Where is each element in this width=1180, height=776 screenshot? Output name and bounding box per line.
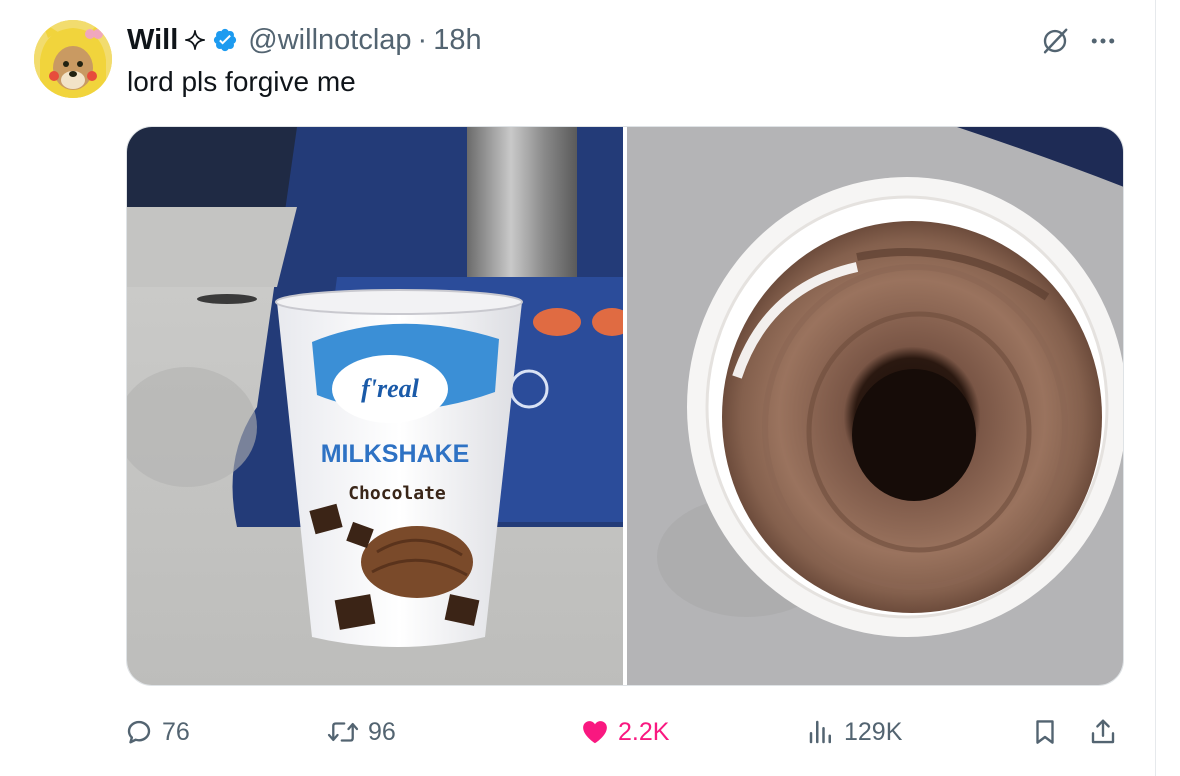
like-button[interactable]: 2.2K [580,708,669,756]
tweet-text: lord pls forgive me [127,66,356,97]
tweet-actions: 76 96 2.2K 129K [0,708,1156,758]
repost-count: 96 [368,717,396,746]
milkshake-cup-photo[interactable]: f'real MILKSHAKE Chocolate [127,127,623,685]
author-handle[interactable]: @willnotclap [248,24,411,57]
tweet-header: Will @willnotclap · 18h [127,22,482,58]
reply-icon [124,717,154,747]
tweet-timestamp[interactable]: 18h [433,24,481,57]
repost-icon [326,717,360,747]
cup-title-label: MILKSHAKE [321,440,470,468]
tweet-media[interactable]: f'real MILKSHAKE Chocolate [126,126,1124,686]
share-icon [1088,717,1118,747]
more-button[interactable] [1086,24,1120,58]
dog-avatar-icon [34,20,112,98]
reply-button[interactable]: 76 [124,708,190,756]
verified-badge-icon[interactable] [212,27,238,53]
views-icon [806,717,836,747]
grok-icon [1043,28,1068,54]
bookmark-button[interactable] [1030,708,1068,756]
views-count: 129K [844,717,903,746]
heart-icon [580,717,610,747]
cup-flavor-label: Chocolate [348,483,446,504]
views-button[interactable]: 129K [806,708,902,756]
repost-button[interactable]: 96 [326,708,396,756]
header-separator: · [417,23,428,56]
share-button[interactable] [1088,708,1126,756]
author-name[interactable]: Will [127,24,178,57]
reply-count: 76 [162,717,190,746]
bookmark-icon [1030,717,1060,747]
grok-button[interactable] [1038,24,1072,58]
more-icon [1091,38,1115,44]
sparkle-icon [184,29,206,51]
tweet-card[interactable]: Will @willnotclap · 18h lord pls forgive… [0,0,1156,776]
like-count: 2.2K [618,717,670,746]
avatar[interactable] [34,20,112,98]
cup-top-down-hole-photo[interactable] [626,127,1123,685]
cup-brand-label: f'real [361,374,420,403]
